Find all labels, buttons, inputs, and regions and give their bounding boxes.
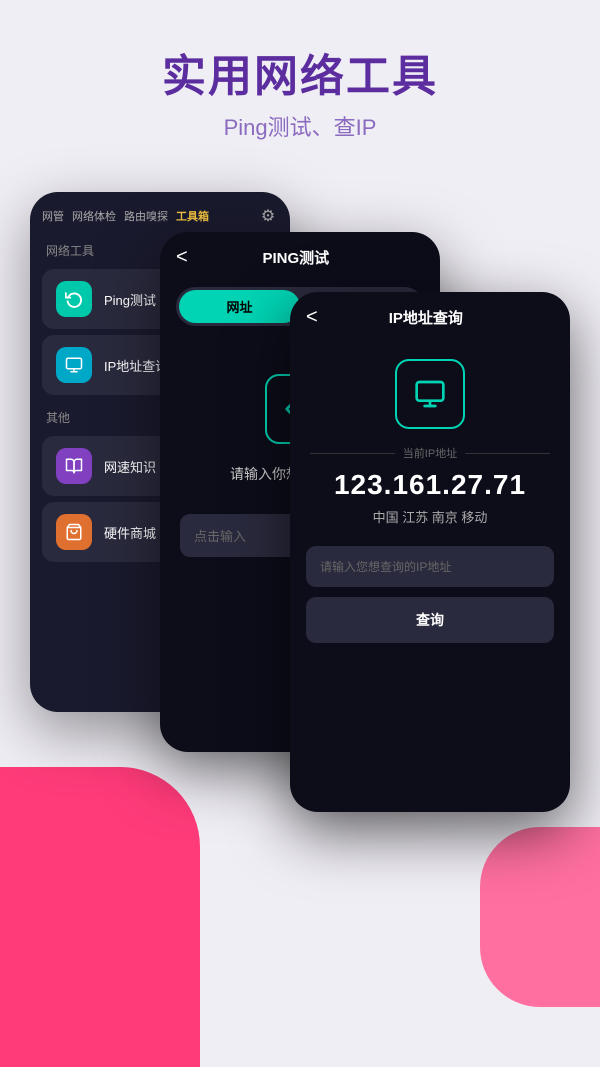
ip-header: < IP地址查询: [290, 292, 570, 339]
knowledge-icon: [56, 448, 92, 484]
knowledge-label: 网速知识: [104, 457, 156, 476]
header: 实用网络工具 Ping测试、查IP: [0, 0, 600, 162]
ip-address-display: 123.161.27.71: [290, 469, 570, 501]
phones-container: 网管 网络体检 路由嗅探 工具箱 ⚙ 网络工具 Ping测试 ›: [0, 172, 600, 932]
ip-monitor-icon: [395, 359, 465, 429]
ip-title: IP地址查询: [328, 307, 524, 328]
page-subtitle: Ping测试、查IP: [20, 110, 580, 142]
divider-line-right: [465, 453, 550, 454]
ip-divider: 当前IP地址: [310, 445, 550, 461]
gear-icon[interactable]: ⚙: [258, 206, 278, 226]
nav-bar: 网管 网络体检 路由嗅探 工具箱 ⚙: [30, 192, 290, 234]
ip-back-button[interactable]: <: [306, 306, 318, 329]
nav-item-luyou[interactable]: 路由嗅探: [124, 208, 168, 224]
nav-item-toolbox[interactable]: 工具箱: [176, 208, 209, 224]
nav-item-wangguan[interactable]: 网管: [42, 208, 64, 224]
ip-label: IP地址查询: [104, 356, 168, 375]
ip-query-input[interactable]: 请输入您想查询的IP地址: [306, 546, 554, 587]
ip-location: 中国 江苏 南京 移动: [290, 507, 570, 526]
ip-icon: [56, 347, 92, 383]
page-title: 实用网络工具: [20, 40, 580, 104]
ping-header: < PING测试: [160, 232, 440, 279]
hardware-label: 硬件商城: [104, 523, 156, 542]
divider-label: 当前IP地址: [403, 445, 457, 461]
tab-url[interactable]: 网址: [179, 290, 300, 323]
phone-ip-query: < IP地址查询 当前IP地址 123.161.27.71 中国 江苏 南京 移…: [290, 292, 570, 812]
back-button[interactable]: <: [176, 246, 188, 269]
ping-label: Ping测试: [104, 290, 156, 309]
hardware-icon: [56, 514, 92, 550]
divider-line-left: [310, 453, 395, 454]
ping-title: PING测试: [198, 247, 394, 268]
ping-icon: [56, 281, 92, 317]
nav-item-jianche[interactable]: 网络体检: [72, 208, 116, 224]
query-button[interactable]: 查询: [306, 597, 554, 643]
